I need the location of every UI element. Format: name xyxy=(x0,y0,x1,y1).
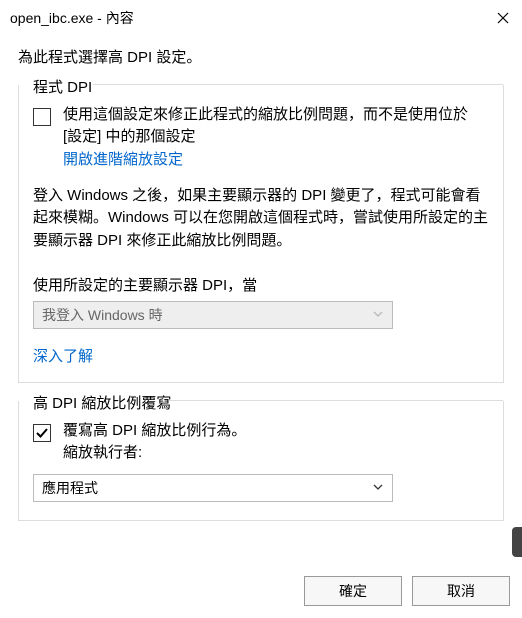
override-dpi-label: 高 DPI 縮放比例覆寫 xyxy=(33,392,489,413)
use-setting-checkbox[interactable] xyxy=(33,108,51,126)
learn-more-link[interactable]: 深入了解 xyxy=(33,345,93,366)
window-title: open_ibc.exe - 內容 xyxy=(10,8,134,28)
ok-button[interactable]: 確定 xyxy=(304,576,402,606)
intro-text: 為此程式選擇高 DPI 設定。 xyxy=(18,46,504,67)
chevron-down-icon xyxy=(372,480,384,496)
program-dpi-label: 程式 DPI xyxy=(33,76,489,97)
use-setting-label: 使用這個設定來修正此程式的縮放比例問題，而不是使用位於 [設定] 中的那個設定 xyxy=(63,104,489,148)
chevron-down-icon xyxy=(372,307,384,323)
override-checkbox[interactable] xyxy=(33,424,51,442)
override-dpi-group: 高 DPI 縮放比例覆寫 覆寫高 DPI 縮放比例行為。 縮放執行者: 應用程式 xyxy=(18,401,504,521)
dpi-when-label: 使用所設定的主要顯示器 DPI，當 xyxy=(33,274,489,295)
program-dpi-desc: 登入 Windows 之後，如果主要顯示器的 DPI 變更了，程式可能會看起來模… xyxy=(33,185,489,253)
scaling-performed-value: 應用程式 xyxy=(42,478,98,498)
dpi-when-dropdown: 我登入 Windows 時 xyxy=(33,301,393,329)
scrollbar-stub xyxy=(512,527,522,557)
cancel-button[interactable]: 取消 xyxy=(412,576,510,606)
dpi-when-value: 我登入 Windows 時 xyxy=(42,305,163,325)
close-icon[interactable] xyxy=(494,9,512,27)
advanced-scaling-link[interactable]: 開啟進階縮放設定 xyxy=(63,148,183,169)
scaling-performed-dropdown[interactable]: 應用程式 xyxy=(33,474,393,502)
override-label-line2: 縮放執行者: xyxy=(63,442,246,464)
program-dpi-group: 程式 DPI 使用這個設定來修正此程式的縮放比例問題，而不是使用位於 [設定] … xyxy=(18,85,504,383)
override-label-line1: 覆寫高 DPI 縮放比例行為。 xyxy=(63,420,246,442)
